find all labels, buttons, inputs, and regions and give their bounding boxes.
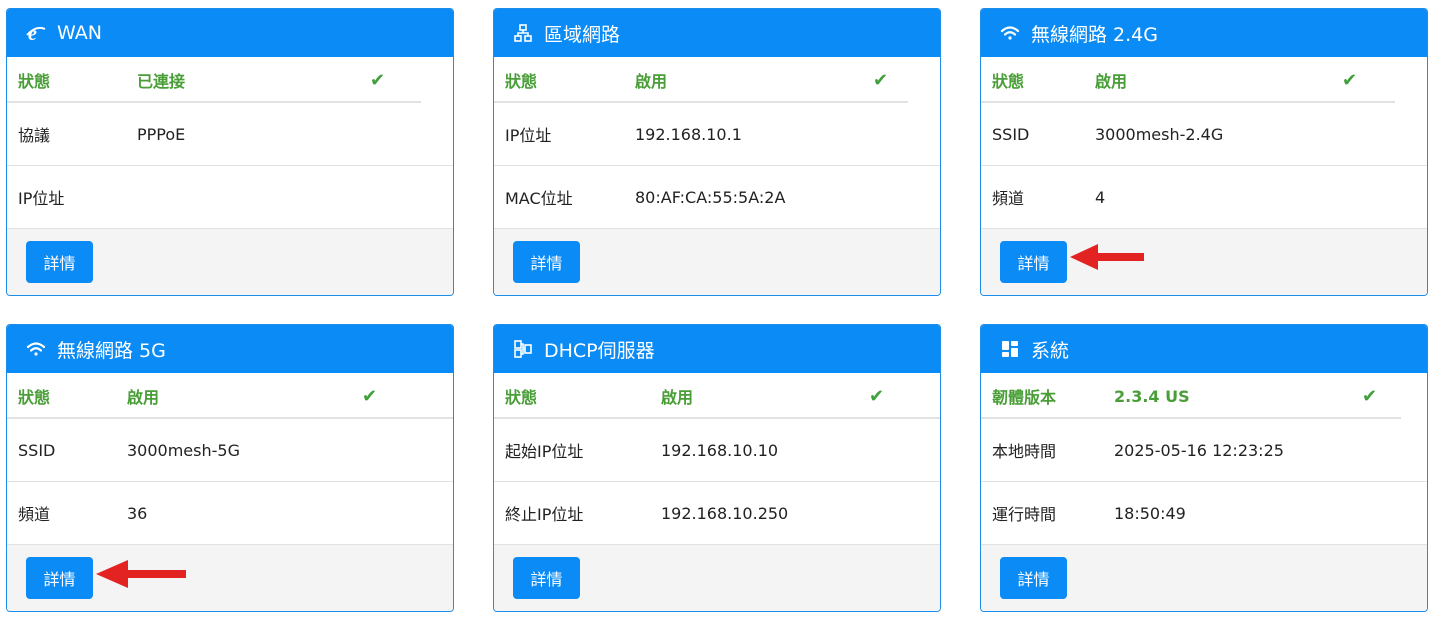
info-row: IP位址 192.168.10.1 — [494, 103, 940, 166]
card-title: 無線網路 5G — [57, 339, 166, 362]
row-value: 2025-05-16 12:23:25 — [1114, 440, 1284, 460]
card-header: DHCP伺服器 — [494, 325, 940, 373]
row-value: 3000mesh-2.4G — [1095, 124, 1224, 144]
row-label: IP位址 — [18, 189, 65, 208]
row-value: 3000mesh-5G — [127, 440, 240, 460]
status-row: 狀態 已連接 ✔ — [7, 57, 453, 103]
row-value: 80:AF:CA:55:5A:2A — [635, 187, 786, 207]
status-label: 狀態 — [992, 72, 1025, 91]
row-value: PPPoE — [137, 124, 186, 144]
arrow-icon — [1070, 244, 1144, 270]
card-header: 區域網路 — [494, 9, 940, 57]
details-button[interactable]: 詳情 — [513, 241, 580, 283]
status-value: 啟用 — [1095, 72, 1128, 91]
wireless-5g-card: 無線網路 5G 狀態 啟用 ✔ SSID 3000mesh-5G 頻道 36 詳… — [6, 324, 454, 612]
row-value: 192.168.10.1 — [635, 124, 742, 144]
row-label: 頻道 — [18, 505, 51, 524]
check-icon: ✔ — [362, 385, 378, 407]
card-title: 系統 — [1031, 339, 1070, 362]
status-row: 狀態 啟用 ✔ — [494, 373, 940, 419]
system-card: 系統 韌體版本 2.3.4 US ✔ 本地時間 2025-05-16 12:23… — [980, 324, 1428, 612]
info-row: SSID 3000mesh-2.4G — [981, 103, 1427, 166]
status-label: 狀態 — [505, 72, 538, 91]
row-value: 192.168.10.250 — [661, 503, 789, 523]
card-title: 區域網路 — [544, 23, 621, 46]
status-value: 啟用 — [661, 388, 694, 407]
row-value: 36 — [127, 503, 148, 523]
row-value: 4 — [1095, 187, 1106, 207]
status-value: 2.3.4 US — [1114, 386, 1190, 406]
check-icon: ✔ — [869, 385, 885, 407]
info-row: 運行時間 18:50:49 — [981, 482, 1427, 545]
row-value: 18:50:49 — [1114, 503, 1186, 523]
card-footer: 詳情 — [7, 229, 453, 295]
card-title: DHCP伺服器 — [544, 339, 655, 362]
row-label: IP位址 — [505, 126, 552, 145]
dashboard-icon — [999, 338, 1021, 360]
dhcp-icon — [512, 338, 534, 360]
wireless-24g-card: 無線網路 2.4G 狀態 啟用 ✔ SSID 3000mesh-2.4G 頻道 … — [980, 8, 1428, 296]
row-label: SSID — [992, 124, 1030, 144]
status-value: 啟用 — [635, 72, 668, 91]
info-row: 起始IP位址 192.168.10.10 — [494, 419, 940, 482]
details-button[interactable]: 詳情 — [26, 241, 93, 283]
card-footer: 詳情 — [981, 545, 1427, 611]
status-label: 狀態 — [505, 388, 538, 407]
wifi-icon — [999, 22, 1021, 44]
row-label: SSID — [18, 440, 56, 460]
info-row: 頻道 4 — [981, 166, 1427, 229]
network-icon — [512, 22, 534, 44]
info-row: 本地時間 2025-05-16 12:23:25 — [981, 419, 1427, 482]
card-header: 系統 — [981, 325, 1427, 373]
status-label: 狀態 — [18, 388, 51, 407]
card-title: 無線網路 2.4G — [1031, 23, 1158, 46]
card-header: e WAN — [7, 9, 453, 57]
row-label: MAC位址 — [505, 189, 573, 208]
arrow-icon — [96, 560, 186, 588]
details-button[interactable]: 詳情 — [26, 557, 93, 599]
row-label: 起始IP位址 — [505, 442, 584, 461]
status-row: 狀態 啟用 ✔ — [7, 373, 453, 419]
info-row: 頻道 36 — [7, 482, 453, 545]
check-icon: ✔ — [1342, 69, 1358, 91]
card-footer: 詳情 — [494, 545, 940, 611]
row-label: 終止IP位址 — [505, 505, 584, 524]
status-row: 韌體版本 2.3.4 US ✔ — [981, 373, 1427, 419]
check-icon: ✔ — [370, 69, 386, 91]
details-button[interactable]: 詳情 — [1000, 241, 1067, 283]
check-icon: ✔ — [1362, 385, 1378, 407]
details-button[interactable]: 詳情 — [513, 557, 580, 599]
wan-card: e WAN 狀態 已連接 ✔ 協議 PPPoE IP位址 詳情 — [6, 8, 454, 296]
status-label: 韌體版本 — [992, 388, 1057, 407]
status-label: 狀態 — [18, 72, 51, 91]
info-row: MAC位址 80:AF:CA:55:5A:2A — [494, 166, 940, 229]
wifi-icon — [25, 338, 47, 360]
status-row: 狀態 啟用 ✔ — [494, 57, 940, 103]
card-footer: 詳情 — [494, 229, 940, 295]
row-label: 頻道 — [992, 189, 1025, 208]
details-button[interactable]: 詳情 — [1000, 557, 1067, 599]
card-title: WAN — [57, 22, 102, 44]
card-header: 無線網路 5G — [7, 325, 453, 373]
status-value: 啟用 — [127, 388, 160, 407]
card-header: 無線網路 2.4G — [981, 9, 1427, 57]
row-label: 運行時間 — [992, 505, 1057, 524]
status-value: 已連接 — [137, 72, 186, 91]
row-label: 本地時間 — [992, 442, 1057, 461]
status-row: 狀態 啟用 ✔ — [981, 57, 1427, 103]
card-footer: 詳情 — [7, 545, 453, 611]
card-footer: 詳情 — [981, 229, 1427, 295]
info-row: SSID 3000mesh-5G — [7, 419, 453, 482]
lan-card: 區域網路 狀態 啟用 ✔ IP位址 192.168.10.1 MAC位址 80:… — [493, 8, 941, 296]
check-icon: ✔ — [873, 69, 889, 91]
ie-icon: e — [25, 22, 47, 44]
dhcp-card: DHCP伺服器 狀態 啟用 ✔ 起始IP位址 192.168.10.10 終止I… — [493, 324, 941, 612]
info-row: IP位址 — [7, 166, 453, 229]
row-label: 協議 — [18, 126, 51, 145]
info-row: 終止IP位址 192.168.10.250 — [494, 482, 940, 545]
info-row: 協議 PPPoE — [7, 103, 453, 166]
row-value: 192.168.10.10 — [661, 440, 779, 460]
